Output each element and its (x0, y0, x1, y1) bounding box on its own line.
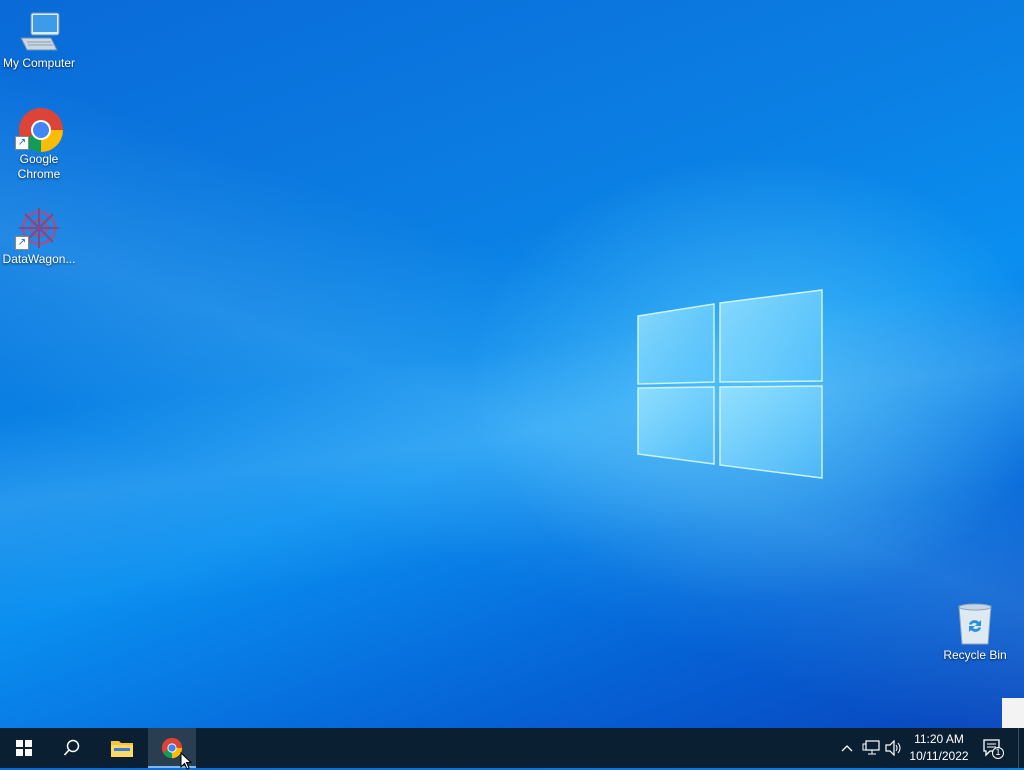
desktop-icon-label: Google Chrome (17, 152, 61, 181)
wallpaper-light-beam-lower (0, 0, 1024, 728)
taskbar-clock[interactable]: 11:20 AM 10/11/2022 (904, 731, 974, 765)
volume-icon[interactable] (884, 738, 904, 758)
windows-start-icon (16, 740, 32, 756)
show-desktop-button[interactable] (1018, 728, 1024, 768)
chrome-icon: ↗ (15, 106, 63, 152)
mouse-cursor-icon (180, 752, 192, 770)
start-button[interactable] (0, 728, 48, 768)
wallpaper-windows-logo (637, 289, 823, 479)
desktop-icon-label: Recycle Bin (943, 648, 1007, 662)
desktop-icon-label: My Computer (2, 56, 76, 70)
network-icon[interactable] (861, 738, 881, 758)
window-edge-peek (1002, 698, 1024, 728)
search-button[interactable] (48, 728, 96, 768)
desktop-icon-google-chrome[interactable]: ↗ Google Chrome (0, 106, 78, 182)
folder-icon (111, 741, 133, 757)
clock-date: 10/11/2022 (909, 749, 969, 763)
desktop-icon-datawagon[interactable]: ↗ DataWagon... (0, 206, 78, 267)
desktop-icon-label: DataWagon... (2, 252, 76, 266)
desktop-icon-my-computer[interactable]: My Computer (0, 10, 78, 71)
desktop-icon-recycle-bin[interactable]: Recycle Bin (936, 602, 1014, 663)
chevron-up-icon[interactable] (837, 738, 857, 758)
taskbar: 11:20 AM 10/11/2022 1 (0, 728, 1024, 768)
taskbar-file-explorer[interactable] (98, 728, 146, 768)
action-center-button[interactable]: 1 (980, 728, 1006, 768)
clock-time: 11:20 AM (914, 732, 964, 746)
notification-count-badge: 1 (995, 747, 1001, 757)
recycle-bin-icon (951, 602, 999, 646)
shortcut-arrow-icon: ↗ (15, 136, 29, 150)
computer-icon (15, 10, 63, 54)
datawagon-icon: ↗ (15, 206, 63, 250)
wallpaper-light-beam (0, 0, 1024, 728)
search-icon (63, 739, 80, 756)
shortcut-arrow-icon: ↗ (15, 236, 29, 250)
